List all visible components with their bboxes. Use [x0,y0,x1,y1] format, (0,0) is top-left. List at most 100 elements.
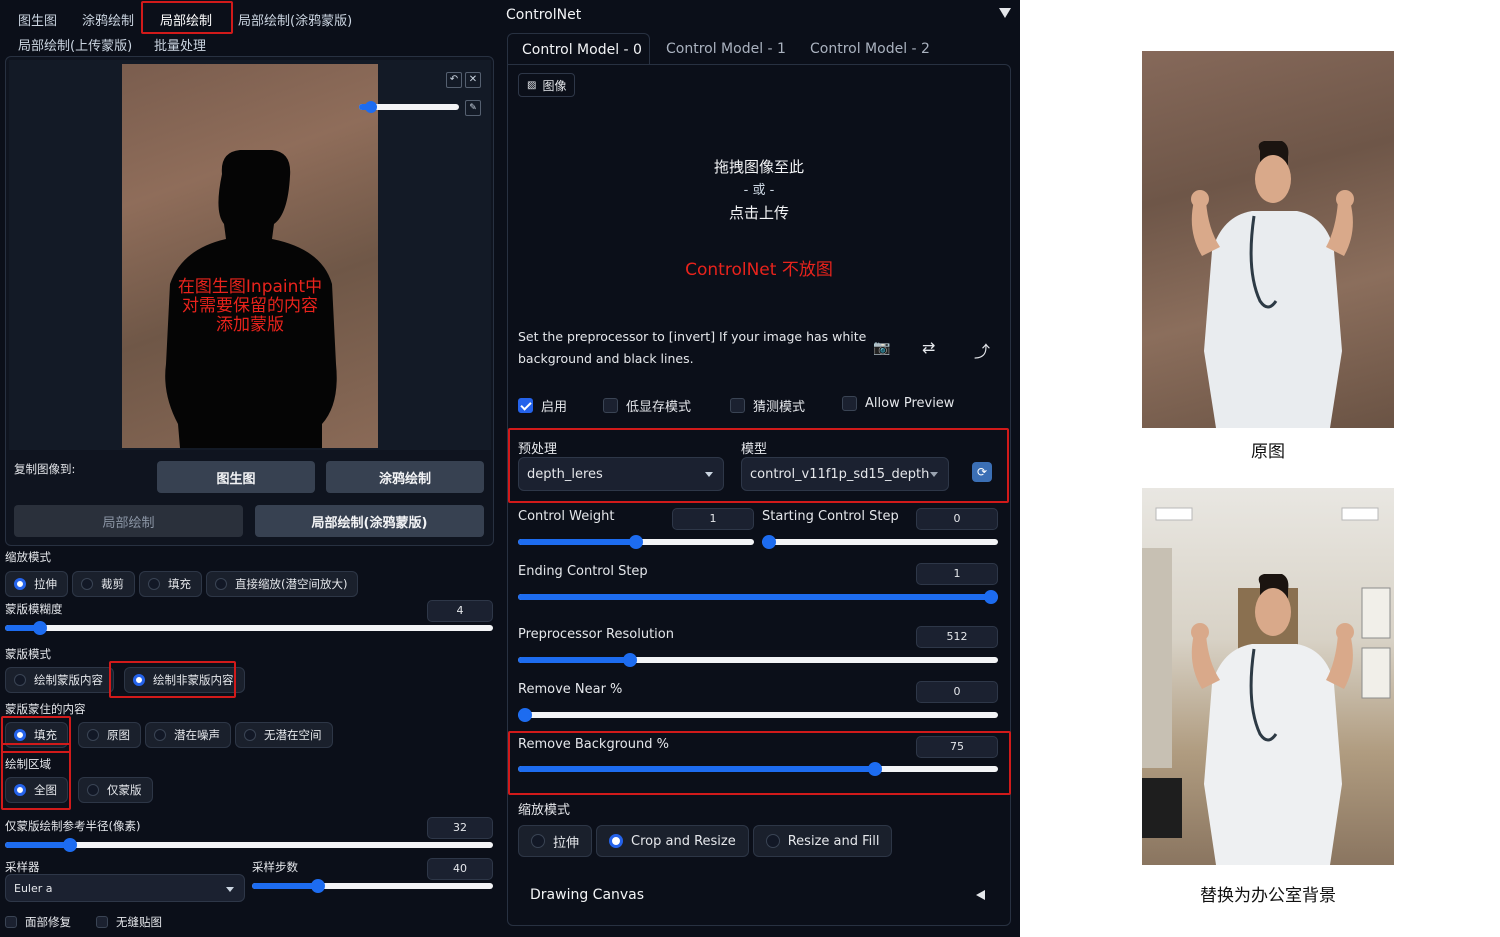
checkbox-box[interactable] [730,398,745,413]
steps-input[interactable]: 40 [427,858,493,880]
slider-thumb[interactable] [762,535,776,549]
control-weight-slider[interactable] [518,535,754,549]
checkbox-label: Allow Preview [865,396,955,411]
tab-sketch[interactable]: 涂鸦绘制 [82,10,134,29]
enable-checkbox[interactable]: 启用 [518,396,567,415]
checkbox-box[interactable] [842,396,857,411]
inpaint-panel: 在图生图Inpaint中 对需要保留的内容 添加蒙版 ↶ ✕ ✎ 复制图像到: … [5,56,494,546]
slider-fill [518,594,998,600]
checkbox-box[interactable] [96,916,108,928]
masked-content-latent-nothing[interactable]: 无潜在空间 [235,722,333,748]
slider-thumb[interactable] [984,590,998,604]
undo-icon[interactable]: ↶ [446,72,462,88]
controlnet-title[interactable]: ControlNet [506,7,581,23]
allow-preview-checkbox[interactable]: Allow Preview [842,396,954,411]
mask-blur-label: 蒙版模糊度 [5,602,63,616]
tab-control-model-2[interactable]: Control Model - 2 [810,41,930,57]
tab-inpaint-upload[interactable]: 局部绘制(上传蒙版) [18,35,132,54]
masked-content-original[interactable]: 原图 [78,722,141,748]
starting-step-input[interactable]: 0 [916,508,998,530]
resize-mode-stretch[interactable]: 拉伸 [5,571,68,597]
cn-resize-mode-stretch[interactable]: 拉伸 [518,825,593,857]
remove-background-slider[interactable] [518,762,998,776]
copy-to-inpaint-sketch-button[interactable]: 局部绘制(涂鸦蒙版) [255,505,484,537]
tab-batch[interactable]: 批量处理 [154,35,206,54]
mask-blur-input[interactable]: 4 [427,600,493,622]
tab-img2img[interactable]: 图生图 [18,10,57,29]
tab-control-model-0[interactable]: Control Model - 0 [507,33,650,65]
slider-thumb[interactable] [33,621,47,635]
lowvram-checkbox[interactable]: 低显存模式 [603,396,691,415]
remove-near-input[interactable]: 0 [916,681,998,703]
refresh-models-icon[interactable]: ⟳ [972,462,992,482]
preprocessor-resolution-slider[interactable] [518,653,998,667]
padding-slider[interactable] [5,838,493,852]
drop-text: 拖拽图像至此 [713,158,804,176]
cn-resize-mode-resize-fill[interactable]: Resize and Fill [752,825,893,857]
mask-blur-slider[interactable] [5,621,493,635]
radio-dot [148,578,160,590]
starting-step-slider[interactable] [762,535,998,549]
sampler-select[interactable]: Euler a [5,874,245,902]
image-tab[interactable]: ▨ 图像 [518,73,576,97]
image-dropzone[interactable]: 拖拽图像至此 - 或 - 点击上传 [508,156,1010,225]
checkbox-label: 低显存模式 [626,400,692,415]
model-select[interactable]: control_v11f1p_sd15_depth [741,457,949,491]
mask-mode-masked[interactable]: 绘制蒙版内容 [5,667,114,693]
ending-step-input[interactable]: 1 [916,563,998,585]
face-restore-checkbox[interactable]: 面部修复 [5,914,71,930]
swap-icon[interactable]: ⇄ [922,338,935,357]
masked-content-latent-noise[interactable]: 潜在噪声 [145,722,231,748]
hint-line-2: background and black lines. [518,351,694,366]
remove-background-input[interactable]: 75 [916,736,998,758]
brush-icon[interactable]: ✎ [465,100,481,116]
camera-icon[interactable]: 📷 [873,340,890,356]
inpaint-area-only-masked[interactable]: 仅蒙版 [78,777,153,803]
resize-mode-latent[interactable]: 直接缩放(潜空间放大) [206,571,359,597]
checkbox-box[interactable] [603,398,618,413]
control-weight-input[interactable]: 1 [672,508,754,530]
click-upload-text: 点击上传 [728,204,789,222]
resize-mode-crop[interactable]: 裁剪 [72,571,135,597]
copy-to-inpaint-button[interactable]: 局部绘制 [14,505,243,537]
cn-resize-mode-crop-resize[interactable]: Crop and Resize [596,825,749,857]
starting-step-label: Starting Control Step [762,509,899,524]
slider-thumb[interactable] [623,653,637,667]
send-dimensions-icon[interactable]: ⤴ [974,338,990,362]
chevron-down-icon [930,472,938,477]
preprocessor-value: depth_leres [527,466,603,482]
office-scene [1142,507,1391,865]
annotation-line-2: 对需要保留的内容 [182,296,318,316]
canvas-area[interactable]: 在图生图Inpaint中 对需要保留的内容 添加蒙版 ↶ ✕ ✎ [9,60,491,450]
preprocessor-resolution-label: Preprocessor Resolution [518,627,674,642]
checkbox-box[interactable] [5,916,17,928]
copy-to-sketch-button[interactable]: 涂鸦绘制 [326,461,484,493]
preprocessor-resolution-input[interactable]: 512 [916,626,998,648]
slider-thumb[interactable] [629,535,643,549]
resize-mode-fill[interactable]: 填充 [139,571,202,597]
tab-control-model-1[interactable]: Control Model - 1 [666,41,786,57]
remove-near-slider[interactable] [518,708,998,722]
brush-size-slider[interactable] [359,101,459,113]
slider-thumb[interactable] [518,708,532,722]
padding-input[interactable]: 32 [427,817,493,839]
steps-slider[interactable] [252,879,493,893]
tiling-checkbox[interactable]: 无缝贴图 [96,914,162,930]
expand-icon[interactable] [976,890,985,900]
checkbox-box[interactable] [518,398,533,413]
brush-size-thumb[interactable] [365,101,377,113]
copy-to-img2img-button[interactable]: 图生图 [157,461,315,493]
preprocessor-label: 预处理 [518,442,558,457]
preprocessor-select[interactable]: depth_leres [518,457,724,491]
tab-inpaint-sketch[interactable]: 局部绘制(涂鸦蒙版) [238,10,352,29]
slider-thumb[interactable] [63,838,77,852]
close-icon[interactable]: ✕ [465,72,481,88]
collapse-icon[interactable] [999,8,1011,18]
slider-thumb[interactable] [868,762,882,776]
resize-mode-group: 拉伸 裁剪 填充 直接缩放(潜空间放大) [5,571,359,597]
ending-step-slider[interactable] [518,590,998,604]
drawing-canvas-accordion[interactable]: Drawing Canvas [530,887,644,903]
slider-thumb[interactable] [311,879,325,893]
result-caption: 替换为办公室背景 [1200,886,1336,906]
guess-mode-checkbox[interactable]: 猜测模式 [730,396,805,415]
